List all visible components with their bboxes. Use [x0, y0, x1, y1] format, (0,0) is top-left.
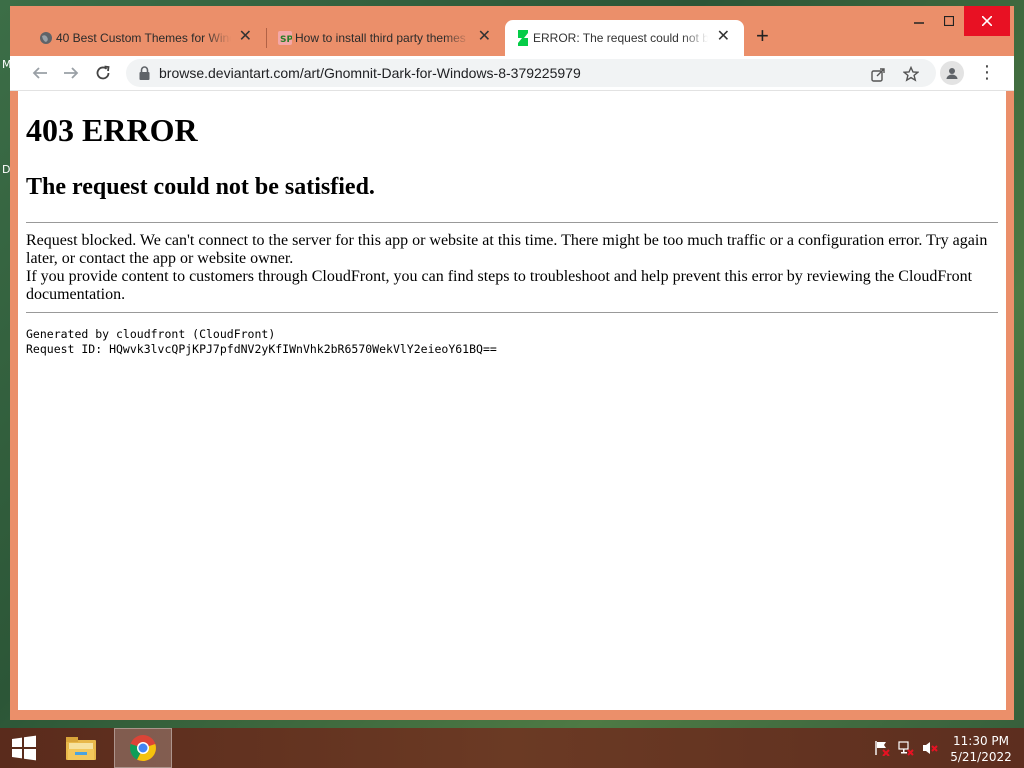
generated-by-text: Generated by cloudfront (CloudFront)	[26, 327, 276, 341]
divider	[26, 312, 998, 313]
request-id-text: Request ID: HQwvk3lvcQPjKPJ7pfdNV2yKfIWn…	[26, 342, 497, 356]
close-tab-icon[interactable]: ✕	[717, 29, 730, 45]
close-tab-icon[interactable]: ✕	[478, 29, 491, 45]
volume-muted-icon[interactable]	[922, 740, 938, 756]
reload-icon[interactable]	[92, 62, 114, 84]
tab-title: How to install third party themes	[295, 31, 466, 45]
page-title: 403 ERROR	[26, 112, 198, 148]
taskbar: 11:30 PM 5/21/2022	[0, 728, 1024, 768]
error-description: Request blocked. We can't connect to the…	[26, 232, 988, 267]
action-center-flag-icon[interactable]	[874, 740, 890, 756]
new-tab-button[interactable]: +	[756, 23, 769, 49]
divider	[26, 222, 998, 223]
cloudfront-note: If you provide content to customers thro…	[26, 268, 973, 303]
page-subtitle: The request could not be satisfied.	[26, 174, 375, 200]
url-text[interactable]: browse.deviantart.com/art/Gnomnit-Dark-f…	[159, 65, 581, 81]
page-content: 403 ERROR The request could not be satis…	[18, 91, 1006, 710]
tab-title: ERROR: The request could not be satisfie…	[533, 31, 708, 45]
svg-text:SP: SP	[280, 35, 292, 45]
address-bar[interactable]: browse.deviantart.com/art/Gnomnit-Dark-f…	[126, 59, 936, 87]
browser-toolbar: browse.deviantart.com/art/Gnomnit-Dark-f…	[10, 56, 1014, 91]
close-window-icon[interactable]	[964, 6, 1010, 36]
lock-icon[interactable]	[137, 65, 151, 81]
bookmark-star-icon[interactable]	[902, 65, 920, 83]
system-clock[interactable]: 11:30 PM 5/21/2022	[948, 733, 1014, 765]
start-button[interactable]	[0, 728, 48, 768]
tab-3-active[interactable]: ERROR: The request could not be satisfie…	[505, 20, 744, 56]
tab-2[interactable]: SP How to install third party themes ✕	[267, 20, 505, 56]
network-icon[interactable]	[898, 740, 914, 756]
clock-time: 11:30 PM	[953, 734, 1009, 748]
maximize-icon[interactable]	[934, 6, 964, 36]
windows-logo-icon	[12, 735, 36, 761]
minimize-icon[interactable]	[904, 6, 934, 36]
sp-favicon-icon: SP	[277, 30, 293, 46]
globe-icon	[38, 30, 54, 46]
tab-1[interactable]: 40 Best Custom Themes for Windows ✕	[28, 20, 266, 56]
clock-date: 5/21/2022	[950, 750, 1012, 764]
chrome-icon[interactable]	[114, 728, 172, 768]
forward-arrow-icon[interactable]	[60, 62, 82, 84]
deviantart-icon	[515, 30, 531, 46]
file-explorer-icon[interactable]	[58, 728, 104, 768]
profile-avatar-icon[interactable]	[940, 61, 964, 85]
more-menu-icon[interactable]: ⋮	[978, 62, 996, 82]
tab-title: 40 Best Custom Themes for Windows	[56, 31, 231, 45]
back-arrow-icon[interactable]	[29, 62, 51, 84]
share-icon[interactable]	[869, 65, 887, 83]
close-tab-icon[interactable]: ✕	[239, 29, 252, 45]
browser-window: 40 Best Custom Themes for Windows ✕ SP H…	[10, 6, 1014, 720]
tab-strip: 40 Best Custom Themes for Windows ✕ SP H…	[10, 6, 1014, 56]
